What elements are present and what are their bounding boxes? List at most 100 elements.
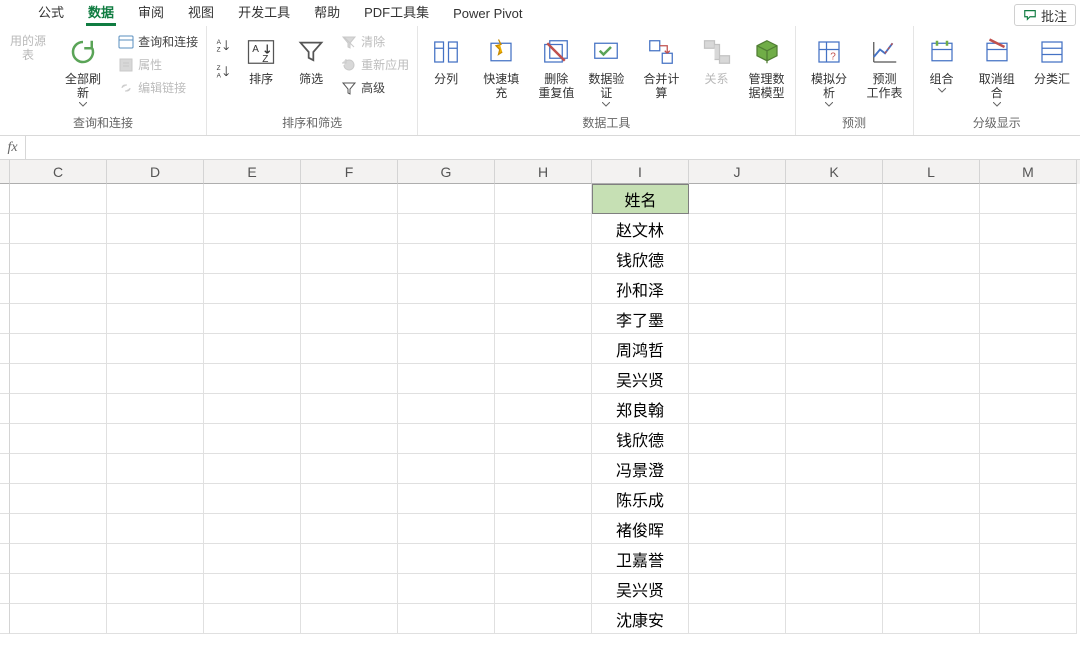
cell[interactable] [301,244,398,274]
cell[interactable] [10,484,107,514]
cell[interactable] [398,274,495,304]
cell[interactable] [301,544,398,574]
cell[interactable] [883,574,980,604]
cell[interactable] [204,214,301,244]
name-cell[interactable]: 褚俊晖 [592,514,689,544]
cell[interactable] [301,484,398,514]
cell[interactable] [786,544,883,574]
subtotal-button[interactable]: 分类汇 [1030,30,1074,86]
cell[interactable] [107,184,204,214]
cell[interactable] [883,364,980,394]
cell[interactable] [398,214,495,244]
cell[interactable] [980,394,1077,424]
cell[interactable] [980,514,1077,544]
cell[interactable] [10,574,107,604]
cell[interactable] [204,424,301,454]
advanced-filter-button[interactable]: 高级 [339,78,411,97]
cell[interactable] [204,244,301,274]
name-cell[interactable]: 吴兴贤 [592,364,689,394]
flash-fill-button[interactable]: 快速填充 [474,30,528,100]
cell[interactable] [786,334,883,364]
col-header[interactable]: C [10,160,107,184]
col-header[interactable]: M [980,160,1077,184]
cell[interactable] [883,184,980,214]
forecast-sheet-button[interactable]: 预测 工作表 [863,30,907,100]
cell[interactable] [398,304,495,334]
consolidate-button[interactable]: 合并计算 [634,30,688,100]
cell[interactable] [883,514,980,544]
cell[interactable] [10,394,107,424]
cell[interactable] [980,244,1077,274]
cell[interactable] [883,334,980,364]
name-cell[interactable]: 沈康安 [592,604,689,634]
col-header[interactable]: L [883,160,980,184]
cell[interactable] [107,364,204,394]
cell[interactable] [10,304,107,334]
menu-tab-pdf[interactable]: PDF工具集 [352,0,441,26]
cell[interactable] [10,514,107,544]
name-cell[interactable]: 冯景澄 [592,454,689,484]
cell[interactable] [980,214,1077,244]
cell[interactable] [883,544,980,574]
cell[interactable] [883,604,980,634]
cell[interactable] [107,334,204,364]
cell[interactable] [980,334,1077,364]
cell[interactable] [883,274,980,304]
cell[interactable] [301,334,398,364]
cell[interactable] [204,274,301,304]
col-header[interactable]: G [398,160,495,184]
cell[interactable] [301,184,398,214]
menu-tab-powerpivot[interactable]: Power Pivot [441,3,534,26]
menu-tab-devtools[interactable]: 开发工具 [226,0,302,26]
cell[interactable] [786,574,883,604]
cell[interactable] [398,364,495,394]
cell[interactable] [301,274,398,304]
cell[interactable] [495,334,592,364]
cell[interactable] [786,244,883,274]
cell[interactable] [204,484,301,514]
cell[interactable] [786,604,883,634]
cell[interactable] [689,484,786,514]
cell[interactable] [495,274,592,304]
names-header-cell[interactable]: 姓名 [592,184,689,214]
cell[interactable] [689,304,786,334]
cell[interactable] [495,364,592,394]
cell[interactable] [689,424,786,454]
cell[interactable] [398,424,495,454]
cell[interactable] [689,184,786,214]
cell[interactable] [689,574,786,604]
cell[interactable] [301,424,398,454]
cell[interactable] [689,244,786,274]
group-button[interactable]: 组合 [920,30,964,93]
col-header[interactable]: F [301,160,398,184]
cell[interactable] [204,394,301,424]
cell[interactable] [786,304,883,334]
cell[interactable] [301,394,398,424]
cell[interactable] [980,604,1077,634]
cell[interactable] [980,184,1077,214]
col-header[interactable]: K [786,160,883,184]
menu-tab-data[interactable]: 数据 [76,0,126,26]
ungroup-button[interactable]: 取消组合 [970,30,1024,107]
cell[interactable] [107,424,204,454]
cell[interactable] [495,184,592,214]
cell[interactable] [10,604,107,634]
cell[interactable] [10,274,107,304]
cell[interactable] [107,604,204,634]
name-cell[interactable]: 钱欣德 [592,244,689,274]
col-header[interactable]: E [204,160,301,184]
name-cell[interactable]: 陈乐成 [592,484,689,514]
cell[interactable] [495,454,592,484]
cell[interactable] [301,364,398,394]
col-header[interactable]: D [107,160,204,184]
cell[interactable] [204,544,301,574]
cell[interactable] [495,244,592,274]
cell[interactable] [786,514,883,544]
cell[interactable] [398,244,495,274]
cell[interactable] [786,454,883,484]
cell[interactable] [689,214,786,244]
cell[interactable] [980,484,1077,514]
name-cell[interactable]: 卫嘉誉 [592,544,689,574]
cell[interactable] [495,214,592,244]
cell[interactable] [786,394,883,424]
